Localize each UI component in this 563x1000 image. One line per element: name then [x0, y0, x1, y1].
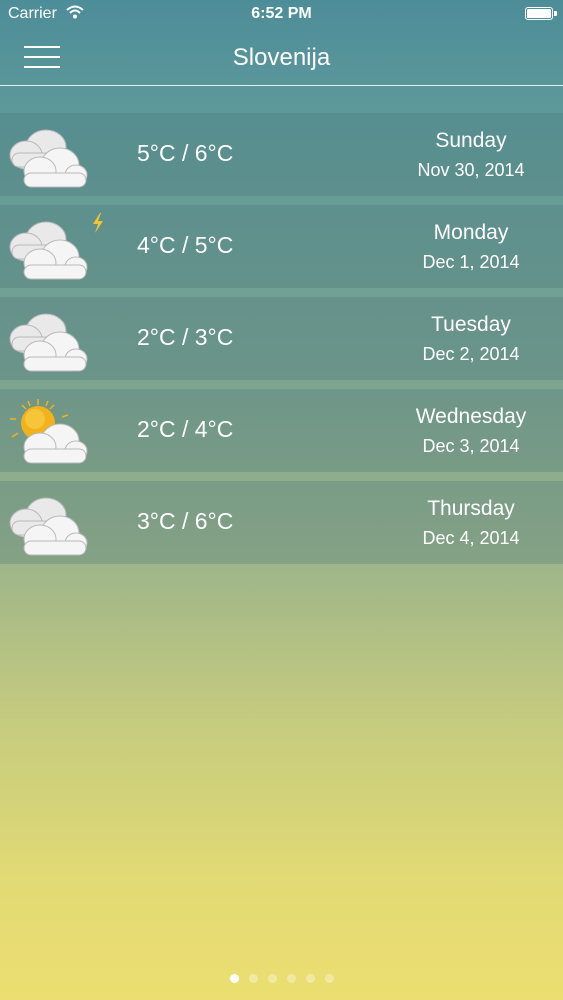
- page-title: Slovenija: [232, 44, 331, 71]
- page-dot[interactable]: [267, 974, 277, 983]
- forecast-row[interactable]: 2°C / 3°C Tuesday Dec 2, 2014: [0, 297, 563, 380]
- battery-icon: [525, 7, 557, 20]
- forecast-date: Nov 30, 2014: [417, 160, 525, 180]
- forecast-date: Dec 4, 2014: [422, 528, 520, 548]
- page-dot[interactable]: [248, 974, 258, 983]
- forecast-date: Dec 3, 2014: [422, 436, 520, 456]
- temperature-range: 4°C / 5°C: [137, 232, 234, 258]
- forecast-row[interactable]: 5°C / 6°C Sunday Nov 30, 2014: [0, 113, 563, 196]
- status-time: 6:52 PM: [251, 5, 312, 22]
- cloudy-icon: [9, 497, 88, 556]
- temperature-range: 2°C / 4°C: [137, 416, 234, 442]
- day-name: Thursday: [427, 497, 515, 520]
- partly-sunny-icon: [10, 399, 88, 464]
- page-indicator[interactable]: [0, 970, 563, 988]
- page-dot[interactable]: [324, 974, 334, 983]
- status-bar: Carrier 6:52 PM: [0, 0, 563, 30]
- forecast-date: Dec 2, 2014: [422, 344, 520, 364]
- lightning-icon: [93, 213, 103, 233]
- cloudy-icon: [9, 313, 88, 372]
- day-name: Monday: [433, 221, 509, 244]
- cloudy-icon: [9, 129, 88, 188]
- thunder-cloud-icon: [9, 221, 88, 280]
- day-name: Sunday: [435, 129, 507, 152]
- day-name: Tuesday: [431, 313, 511, 336]
- forecast-row[interactable]: 4°C / 5°C Monday Dec 1, 2014: [0, 205, 563, 288]
- page-dot[interactable]: [286, 974, 296, 983]
- forecast-date: Dec 1, 2014: [422, 252, 520, 272]
- forecast-row[interactable]: 3°C / 6°C Thursday Dec 4, 2014: [0, 481, 563, 564]
- page-dot[interactable]: [305, 974, 315, 983]
- temperature-range: 2°C / 3°C: [137, 324, 234, 350]
- page-dot[interactable]: [229, 974, 239, 983]
- temperature-range: 5°C / 6°C: [137, 140, 234, 166]
- navigation-bar: Slovenija: [0, 30, 563, 86]
- day-name: Wednesday: [415, 405, 527, 428]
- temperature-range: 3°C / 6°C: [137, 508, 234, 534]
- forecast-row[interactable]: 2°C / 4°C Wednesday Dec 3, 2014: [0, 389, 563, 472]
